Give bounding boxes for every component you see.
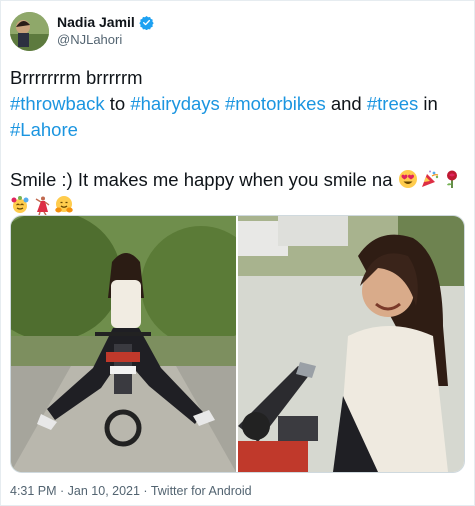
author-row: Nadia Jamil	[57, 14, 154, 30]
rose-emoji	[442, 169, 462, 189]
tweet-line-3: #Lahore	[10, 117, 468, 143]
hashtag-trees[interactable]: #trees	[367, 93, 418, 114]
party-popper-emoji	[420, 169, 440, 189]
text-to: to	[104, 93, 131, 114]
author-name[interactable]: Nadia Jamil	[57, 14, 135, 30]
tweet-line-2: #throwback to #hairydays #motorbikes and…	[10, 91, 468, 117]
smile-text: Smile :) It makes me happy when you smil…	[10, 169, 393, 190]
photo-motorbike-wide[interactable]	[11, 216, 236, 472]
dancer-emoji	[32, 195, 52, 216]
photo-motorbike-closeup[interactable]	[238, 216, 464, 472]
hashtag-hairydays[interactable]: #hairydays	[130, 93, 219, 114]
tweet-media	[10, 215, 465, 473]
hashtag-throwback[interactable]: #throwback	[10, 93, 105, 114]
tweet-card: Nadia Jamil @NJLahori Brrrrrrrm brrrrrm …	[0, 0, 475, 506]
avatar[interactable]	[10, 12, 49, 51]
hugging-emoji	[54, 195, 74, 215]
tweet-line-1: Brrrrrrrm brrrrrm	[10, 67, 143, 88]
text-and: and	[325, 93, 367, 114]
tweet-text: Brrrrrrrm brrrrrm #throwback to #hairyda…	[10, 65, 468, 219]
verified-badge-icon	[139, 15, 154, 30]
heart-eyes-emoji	[398, 169, 418, 189]
hashtag-motorbikes[interactable]: #motorbikes	[225, 93, 326, 114]
tweet-timestamp[interactable]: 4:31 PM · Jan 10, 2021 · Twitter for And…	[10, 484, 252, 498]
text-in: in	[418, 93, 438, 114]
author-handle[interactable]: @NJLahori	[57, 32, 122, 47]
tweet-line-4: Smile :) It makes me happy when you smil…	[10, 167, 468, 193]
cyclone-face-emoji	[10, 195, 30, 215]
hashtag-lahore[interactable]: #Lahore	[10, 119, 78, 140]
